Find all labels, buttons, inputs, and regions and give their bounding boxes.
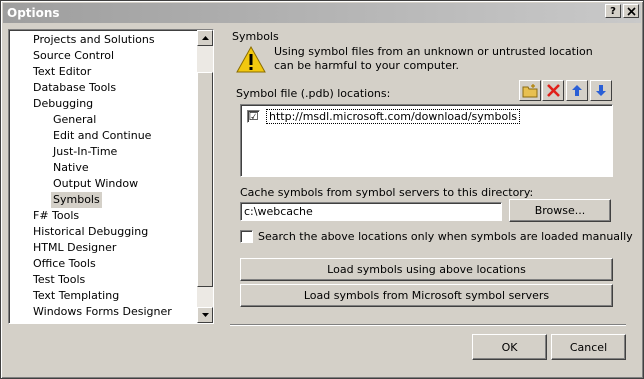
tree-item[interactable]: HTML Designer <box>31 240 118 256</box>
move-up-button[interactable] <box>566 80 588 101</box>
divider <box>230 324 626 326</box>
browse-button[interactable]: Browse... <box>509 199 611 222</box>
load-above-button[interactable]: Load symbols using above locations <box>240 258 613 281</box>
dialog-title: Options <box>7 6 60 20</box>
tree-item[interactable]: Historical Debugging <box>31 224 150 240</box>
title-bar[interactable]: Options <box>3 3 641 23</box>
scroll-down-button[interactable] <box>197 307 213 323</box>
tree-item[interactable]: Database Tools <box>31 80 118 96</box>
close-icon <box>626 6 636 16</box>
locations-label: Symbol file (.pdb) locations: <box>236 87 391 100</box>
tree-item[interactable]: Just-In-Time <box>51 144 119 160</box>
tree-item[interactable]: Office Tools <box>31 256 98 272</box>
scroll-thumb[interactable] <box>197 72 213 287</box>
list-item[interactable]: ☑ http://msdl.microsoft.com/download/sym… <box>247 109 521 124</box>
options-tree[interactable]: Projects and Solutions Source Control Text… <box>8 29 214 324</box>
tree-item[interactable]: Symbols <box>51 192 102 208</box>
arrow-down-icon <box>596 85 606 96</box>
location-url: http://msdl.microsoft.com/download/symbo… <box>266 109 521 124</box>
ok-button[interactable]: OK <box>472 334 547 360</box>
cache-label: Cache symbols from symbol servers to thi… <box>240 186 534 199</box>
help-button[interactable]: ? <box>605 4 621 18</box>
tree-item[interactable]: Native <box>51 160 91 176</box>
location-checkbox[interactable]: ☑ <box>247 110 260 123</box>
delete-location-button[interactable] <box>542 80 564 101</box>
cancel-button[interactable]: Cancel <box>551 334 626 360</box>
manual-load-option[interactable]: Search the above locations only when sym… <box>240 230 633 243</box>
tree-item[interactable]: Text Editor <box>31 64 93 80</box>
tree-scrollbar[interactable] <box>197 30 213 323</box>
chevron-up-icon <box>201 36 209 40</box>
cache-directory-input[interactable]: c:\webcache <box>240 202 502 221</box>
manual-load-checkbox[interactable] <box>240 230 253 243</box>
tree-item[interactable]: Debugging <box>31 96 95 112</box>
tree-item[interactable]: Source Control <box>31 48 116 64</box>
move-down-button[interactable] <box>590 80 612 101</box>
folder-icon <box>522 83 538 97</box>
new-folder-button[interactable] <box>519 80 541 101</box>
tree-item[interactable]: Text Templating <box>31 288 121 304</box>
manual-load-label: Search the above locations only when sym… <box>258 230 633 243</box>
chevron-down-icon <box>201 313 209 317</box>
delete-icon <box>546 84 560 97</box>
symbol-locations-list[interactable]: ☑ http://msdl.microsoft.com/download/sym… <box>240 104 613 177</box>
tree-item[interactable]: Output Window <box>51 176 140 192</box>
tree-item[interactable]: Projects and Solutions <box>31 32 157 48</box>
tree-item[interactable]: Test Tools <box>31 272 87 288</box>
warning-text: Using symbol files from an unknown or un… <box>274 45 593 72</box>
section-title: Symbols <box>232 30 279 43</box>
tree-item[interactable]: Windows Forms Designer <box>31 304 174 320</box>
arrow-up-icon <box>572 85 582 96</box>
tree-item[interactable]: General <box>51 112 98 128</box>
warning-icon <box>236 46 266 73</box>
scroll-up-button[interactable] <box>197 30 213 46</box>
load-microsoft-button[interactable]: Load symbols from Microsoft symbol serve… <box>240 284 613 307</box>
close-button[interactable] <box>623 4 639 18</box>
tree-item[interactable]: Edit and Continue <box>51 128 153 144</box>
tree-list: Projects and Solutions Source Control Text… <box>9 30 197 323</box>
tree-item[interactable]: F# Tools <box>31 208 81 224</box>
